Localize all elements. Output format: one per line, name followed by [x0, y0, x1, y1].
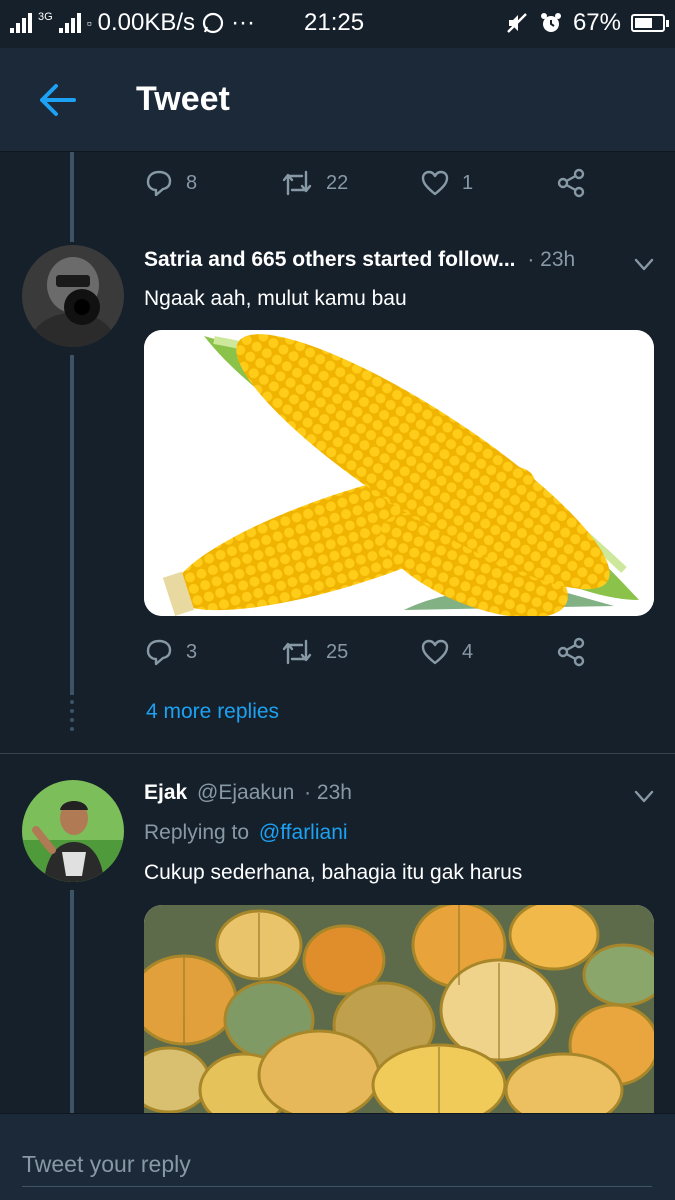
reply-composer	[0, 1113, 675, 1200]
tweet-header: Ejak @Ejaakun · 23h	[144, 781, 352, 805]
replying-prefix: Replying to	[144, 821, 250, 844]
tweet-actions: 3 25 4	[144, 637, 604, 677]
tweet-image-melons[interactable]	[144, 905, 654, 1113]
sim-icon: ▫	[86, 15, 92, 31]
tweet-text: Ngaak aah, mulut kamu bau	[144, 287, 407, 310]
battery-percent: 67%	[572, 9, 621, 36]
tweet-header: Satria and 665 others started follow... …	[144, 248, 575, 272]
reply-action[interactable]: 8	[144, 168, 197, 198]
signal-icon	[10, 13, 32, 33]
signal-icon-2	[58, 13, 81, 33]
tweet-time: · 23h	[527, 248, 576, 271]
tweet-time: · 23h	[304, 781, 352, 804]
author-handle[interactable]: @Ejaakun	[197, 781, 294, 804]
avatar-satria[interactable]	[22, 245, 124, 347]
like-action[interactable]: 4	[420, 637, 473, 667]
top-app-bar: Tweet	[0, 48, 675, 152]
page-title: Tweet	[136, 80, 230, 118]
chevron-down-icon[interactable]	[634, 790, 654, 804]
back-arrow-icon[interactable]	[34, 80, 78, 120]
like-action[interactable]: 1	[420, 168, 473, 198]
thread-line	[70, 152, 74, 242]
more-replies-link[interactable]: 4 more replies	[146, 700, 279, 724]
thread-dots	[70, 700, 74, 731]
tweet-actions-previous: 8 22 1	[144, 168, 604, 208]
tweet-text: Cukup sederhana, bahagia itu gak harus	[144, 861, 523, 884]
share-icon	[557, 637, 585, 667]
thread-line	[70, 890, 74, 1113]
heart-icon	[421, 639, 449, 665]
heart-icon	[421, 170, 449, 196]
retweet-action[interactable]: 25	[280, 637, 348, 667]
reply-count: 3	[186, 640, 198, 663]
like-count: 1	[462, 171, 474, 194]
retweet-count: 25	[326, 640, 349, 663]
retweet-icon	[282, 639, 312, 665]
reply-icon	[146, 170, 172, 197]
replying-to-handle[interactable]: @ffarliani	[259, 821, 348, 844]
chevron-down-icon[interactable]	[634, 258, 654, 272]
share-icon	[557, 168, 585, 198]
reply-action[interactable]: 3	[144, 637, 197, 667]
alarm-icon	[540, 13, 561, 32]
author-name[interactable]: Ejak	[144, 781, 187, 804]
share-action[interactable]	[556, 168, 586, 198]
battery-icon	[631, 14, 669, 32]
status-bar: 3G ▫ 0.00KB/s ··· 21:25 67%	[0, 0, 675, 48]
clock: 21:25	[304, 9, 365, 36]
mute-icon	[507, 13, 527, 33]
share-action[interactable]	[556, 637, 586, 667]
whatsapp-icon	[202, 12, 224, 34]
like-count: 4	[462, 640, 474, 663]
reply-count: 8	[186, 171, 198, 194]
thread-line	[70, 355, 74, 695]
retweet-icon	[282, 170, 312, 196]
network-speed: 0.00KB/s	[97, 9, 196, 36]
divider	[0, 753, 675, 754]
reply-icon	[146, 639, 172, 666]
reply-input[interactable]	[22, 1144, 652, 1184]
more-notifications: ···	[231, 9, 256, 36]
replying-to-line: Replying to @ffarliani	[144, 821, 348, 845]
retweet-action[interactable]: 22	[280, 168, 348, 198]
retweet-count: 22	[326, 171, 349, 194]
tweet-image-corn[interactable]	[144, 330, 654, 616]
avatar-ejak[interactable]	[22, 780, 124, 882]
reply-underline	[22, 1186, 652, 1187]
network-type: 3G	[38, 11, 53, 23]
author-name[interactable]: Satria and 665 others started follow...	[144, 248, 516, 271]
